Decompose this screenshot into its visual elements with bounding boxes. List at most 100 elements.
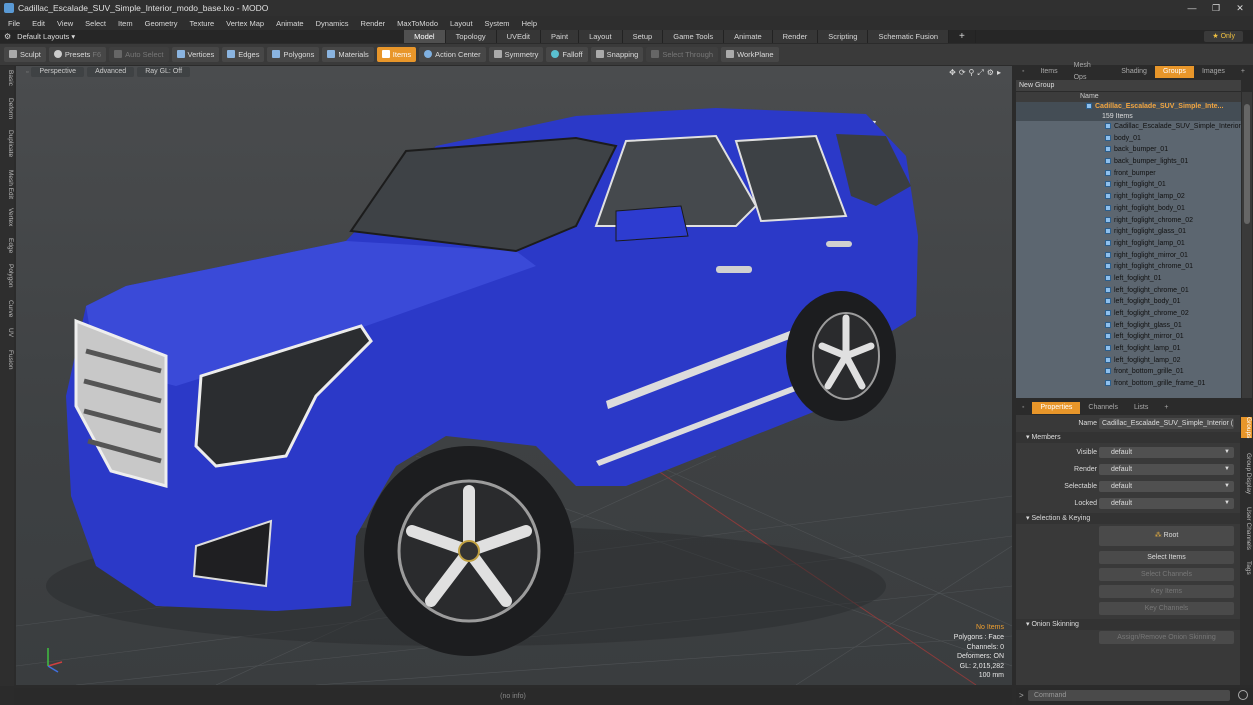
menu-view[interactable]: View	[51, 19, 79, 28]
side-tab-tags[interactable]: Tags	[1241, 561, 1252, 575]
tab-mesh-edit[interactable]: Mesh Edit	[0, 170, 14, 199]
group-item-row[interactable]: right_foglight_lamp_01	[1016, 238, 1241, 250]
add-panel-tab-icon[interactable]: +	[1233, 66, 1253, 78]
tab-model[interactable]: Model	[404, 30, 446, 43]
group-item-row[interactable]: right_foglight_body_01	[1016, 203, 1241, 215]
selection-keying-section[interactable]: ▾ Selection & Keying	[1016, 513, 1240, 524]
menu-layout[interactable]: Layout	[444, 19, 479, 28]
menu-texture[interactable]: Texture	[184, 19, 221, 28]
menu-help[interactable]: Help	[516, 19, 543, 28]
tab-schematic-fusion[interactable]: Schematic Fusion	[868, 30, 950, 43]
tab-channels[interactable]: Channels	[1080, 402, 1126, 414]
action-center-button[interactable]: Action Center	[419, 47, 486, 62]
items-button[interactable]: Items	[376, 47, 417, 62]
group-item-row[interactable]: right_foglight_mirror_01	[1016, 250, 1241, 262]
group-item-row[interactable]: right_foglight_01	[1016, 179, 1241, 191]
tab-scripting[interactable]: Scripting	[818, 30, 869, 43]
tab-deform[interactable]: Deform	[0, 98, 14, 119]
falloff-button[interactable]: Falloff	[546, 47, 588, 62]
group-root-row[interactable]: Cadillac_Escalade_SUV_Simple_Inte...	[1016, 102, 1241, 112]
group-item-row[interactable]: left_foglight_body_01	[1016, 296, 1241, 308]
vertices-button[interactable]: Vertices	[171, 47, 220, 62]
groups-scroll-thumb[interactable]	[1244, 104, 1250, 224]
group-item-row[interactable]: front_bumper	[1016, 168, 1241, 180]
edges-button[interactable]: Edges	[222, 47, 265, 62]
tab-setup[interactable]: Setup	[622, 30, 664, 43]
group-item-row[interactable]: left_foglight_chrome_01	[1016, 285, 1241, 297]
new-group-button[interactable]: New Group	[1016, 80, 1241, 91]
tab-images[interactable]: Images	[1194, 66, 1233, 78]
tab-uvedit[interactable]: UVEdit	[496, 30, 541, 43]
close-icon[interactable]: ✕	[1229, 0, 1251, 16]
render-dropdown[interactable]: default ▼	[1099, 464, 1234, 475]
menu-vertex-map[interactable]: Vertex Map	[220, 19, 270, 28]
select-items-button[interactable]: Select Items	[1099, 551, 1234, 564]
add-props-tab-icon[interactable]: +	[1156, 402, 1176, 414]
panel-menu-icon[interactable]: ▪	[1014, 66, 1032, 78]
members-section[interactable]: ▾ Members	[1016, 432, 1240, 443]
tab-game-tools[interactable]: Game Tools	[663, 30, 725, 43]
menu-system[interactable]: System	[479, 19, 516, 28]
menu-file[interactable]: File	[2, 19, 26, 28]
tab-properties[interactable]: Properties	[1032, 402, 1081, 414]
layout-selector[interactable]: Default Layouts ▾	[17, 32, 117, 41]
tab-vertex[interactable]: Vertex	[0, 208, 14, 226]
side-tab-group-display[interactable]: Group Display	[1241, 453, 1252, 494]
props-menu-icon[interactable]: ▪	[1014, 402, 1032, 414]
menu-geometry[interactable]: Geometry	[139, 19, 184, 28]
group-item-row[interactable]: left_foglight_mirror_01	[1016, 331, 1241, 343]
select-channels-button[interactable]: Select Channels	[1099, 568, 1234, 581]
key-items-button[interactable]: Key Items	[1099, 585, 1234, 598]
side-tab-groups[interactable]: Groups	[1241, 417, 1252, 439]
group-item-row[interactable]: right_foglight_chrome_02	[1016, 215, 1241, 227]
group-item-row[interactable]: right_foglight_glass_01	[1016, 226, 1241, 238]
snapping-button[interactable]: Snapping	[590, 47, 644, 62]
command-history-icon[interactable]	[1238, 690, 1248, 700]
presets-button[interactable]: Presets F6	[48, 47, 107, 62]
tab-shading[interactable]: Shading	[1113, 66, 1155, 78]
layout-gear-icon[interactable]: ⚙	[4, 32, 11, 41]
group-item-row[interactable]: left_foglight_glass_01	[1016, 320, 1241, 332]
side-tab-user-channels[interactable]: User Channels	[1241, 507, 1252, 550]
groups-scrollbar[interactable]	[1242, 92, 1252, 398]
command-input[interactable]: Command	[1028, 690, 1230, 701]
visible-dropdown[interactable]: default ▼	[1099, 447, 1234, 458]
group-item-row[interactable]: Cadillac_Escalade_SUV_Simple_Interior	[1016, 121, 1241, 133]
group-item-row[interactable]: front_bottom_grille_frame_01	[1016, 378, 1241, 390]
tab-basic[interactable]: Basic	[0, 70, 14, 86]
onion-skinning-section[interactable]: ▾ Onion Skinning	[1016, 619, 1240, 630]
maximize-icon[interactable]: ❐	[1205, 0, 1227, 16]
select-through-button[interactable]: Select Through	[646, 47, 719, 62]
tab-groups[interactable]: Groups	[1154, 66, 1194, 78]
auto-select-button[interactable]: Auto Select	[109, 47, 169, 62]
group-item-row[interactable]: left_foglight_lamp_01	[1016, 343, 1241, 355]
menu-animate[interactable]: Animate	[270, 19, 310, 28]
group-item-row[interactable]: back_bumper_lights_01	[1016, 156, 1241, 168]
tab-uv[interactable]: UV	[0, 328, 14, 337]
root-button[interactable]: ⁂ Root	[1099, 526, 1234, 546]
workplane-button[interactable]: WorkPlane	[721, 47, 779, 62]
shading-mode-button[interactable]: Advanced	[87, 67, 135, 77]
viewport-nav-icons[interactable]: ✥⟳⚲⤢⚙▸	[949, 68, 1004, 78]
group-item-row[interactable]: left_foglight_lamp_02	[1016, 355, 1241, 367]
group-item-row[interactable]: left_foglight_01	[1016, 273, 1241, 285]
tab-layout[interactable]: Layout	[579, 30, 623, 43]
symmetry-button[interactable]: Symmetry	[488, 47, 544, 62]
tab-paint[interactable]: Paint	[540, 30, 580, 43]
viewport-menu-icon[interactable]: ▫	[26, 69, 28, 76]
tab-polygon[interactable]: Polygon	[0, 264, 14, 288]
only-toggle[interactable]: ★ Only	[1204, 31, 1243, 42]
menu-select[interactable]: Select	[79, 19, 112, 28]
menu-item[interactable]: Item	[112, 19, 139, 28]
group-item-row[interactable]: back_bumper_01	[1016, 144, 1241, 156]
tab-fusion[interactable]: Fusion	[0, 350, 14, 370]
tab-curve[interactable]: Curve	[0, 300, 14, 317]
menu-render[interactable]: Render	[355, 19, 392, 28]
locked-dropdown[interactable]: default ▼	[1099, 498, 1234, 509]
tab-duplicate[interactable]: Duplicate	[0, 130, 14, 157]
onion-skinning-button[interactable]: Assign/Remove Onion Skinning	[1099, 631, 1234, 644]
group-item-row[interactable]: right_foglight_lamp_02	[1016, 191, 1241, 203]
view-mode-button[interactable]: Perspective	[31, 67, 85, 77]
group-item-row[interactable]: front_bottom_grille_01	[1016, 366, 1241, 378]
key-channels-button[interactable]: Key Channels	[1099, 602, 1234, 615]
